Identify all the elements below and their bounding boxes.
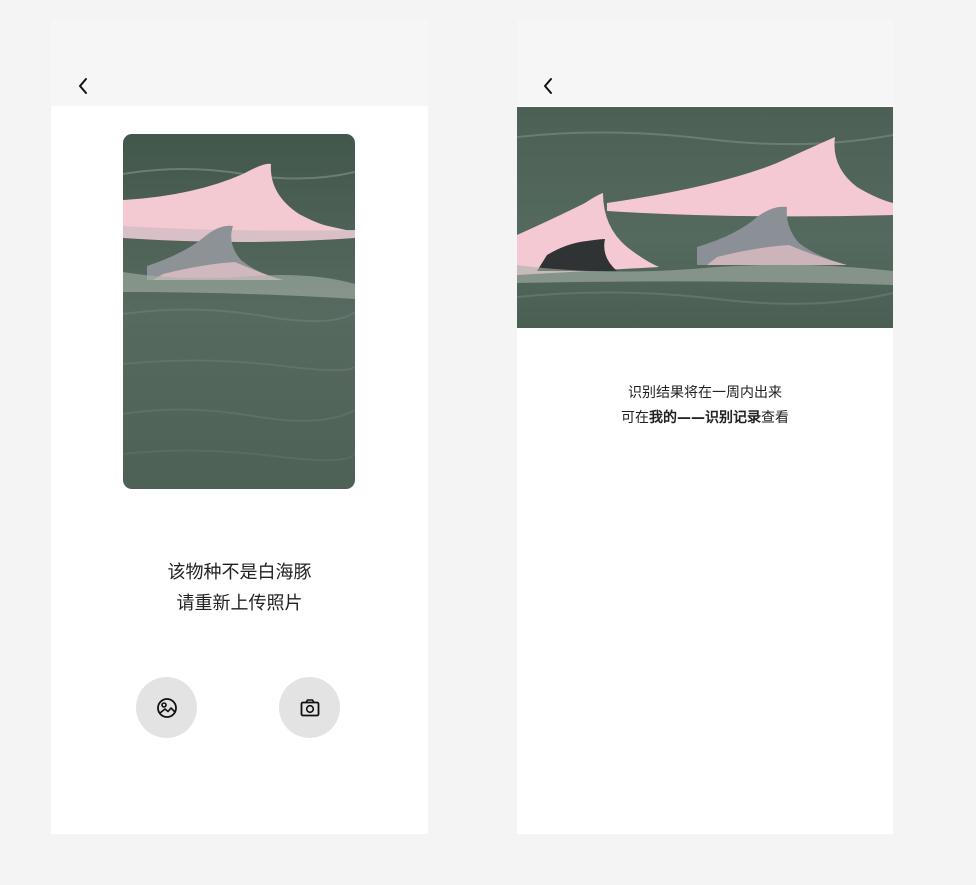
uploaded-photo (517, 107, 893, 328)
pending-message: 识别结果将在一周内出来 可在我的——识别记录查看 (517, 381, 893, 431)
identification-pending-screen: 识别结果将在一周内出来 可在我的——识别记录查看 (517, 20, 893, 834)
uploaded-photo (123, 134, 355, 489)
result-message-line2: 请重新上传照片 (176, 593, 303, 614)
pending-message-line2: 可在我的——识别记录查看 (517, 406, 893, 431)
back-button[interactable] (73, 76, 93, 96)
camera-icon (300, 698, 319, 716)
result-message-line1: 该物种不是白海豚 (167, 562, 312, 583)
identification-records-link[interactable]: 我的——识别记录 (649, 410, 761, 426)
choose-from-gallery-button[interactable] (136, 677, 197, 738)
take-photo-button[interactable] (279, 677, 340, 738)
chevron-left-icon (544, 78, 552, 94)
image-icon (156, 697, 177, 718)
back-button[interactable] (538, 76, 558, 96)
pending-message-prefix: 可在 (621, 410, 649, 426)
upload-result-screen: 该物种不是白海豚 请重新上传照片 (51, 20, 428, 834)
top-bar (517, 20, 893, 106)
top-bar (51, 20, 428, 106)
pending-message-line1: 识别结果将在一周内出来 (628, 385, 782, 401)
chevron-left-icon (79, 78, 87, 94)
pending-message-suffix: 查看 (761, 410, 789, 426)
result-message: 该物种不是白海豚 请重新上传照片 (51, 557, 428, 619)
